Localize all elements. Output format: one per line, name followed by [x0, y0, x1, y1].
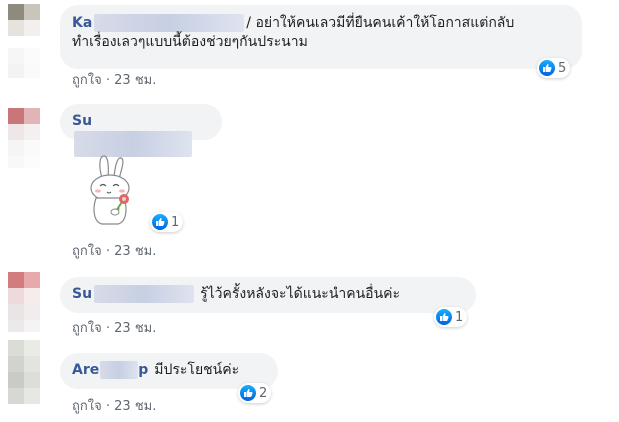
blurred-name — [100, 361, 139, 379]
comment-text: รู้ไว้ครั้งหลังจะได้แนะนำคนอื่นค่ะ — [200, 286, 401, 302]
comment-text: มีประโยชน์ค่ะ — [154, 362, 240, 378]
separator: · — [105, 399, 110, 414]
comment-meta: ถูกใจ · 23 ชม. — [72, 317, 156, 338]
reaction-count[interactable]: 1 — [434, 307, 468, 327]
blurred-name — [94, 285, 195, 303]
avatar-partial — [8, 48, 40, 78]
separator: · — [105, 321, 110, 336]
avatar[interactable] — [8, 272, 40, 304]
timestamp[interactable]: 23 ชม. — [114, 73, 156, 88]
comment-text-line1: / อย่าให้คนเลวมีที่ยืนคนเค้าให้โอกาสแต่ก… — [246, 15, 515, 31]
comment-bubble: Ka / อย่าให้คนเลวมีที่ยืนคนเค้าให้โอกาสแต… — [60, 5, 582, 69]
reaction-count[interactable]: 2 — [238, 383, 272, 403]
thumbs-up-icon — [240, 385, 256, 401]
reaction-count[interactable]: 5 — [537, 58, 571, 78]
comment-meta: ถูกใจ · 23 ชม. — [72, 240, 156, 261]
separator: · — [105, 73, 110, 88]
comment-bubble: Su — [60, 104, 222, 157]
comment-author[interactable]: Su — [72, 113, 92, 129]
separator: · — [105, 244, 110, 259]
like-link[interactable]: ถูกใจ — [72, 399, 102, 414]
avatar[interactable] — [8, 4, 40, 36]
comment-author[interactable]: Ka — [72, 15, 92, 31]
reaction-number: 2 — [259, 385, 268, 401]
comment-text-line2: ทำเรื่องเลวๆแบบนี้ต้องช่วยๆกันประนาม — [72, 34, 308, 50]
timestamp[interactable]: 23 ชม. — [114, 321, 156, 336]
reaction-count[interactable]: 1 — [150, 212, 184, 232]
reaction-number: 1 — [171, 214, 180, 230]
timestamp[interactable]: 23 ชม. — [114, 399, 156, 414]
comment-bubble: Su รู้ไว้ครั้งหลังจะได้แนะนำคนอื่นค่ะ — [60, 277, 476, 313]
timestamp[interactable]: 23 ชม. — [114, 244, 156, 259]
avatar-partial — [8, 140, 40, 168]
comment-author-tail: p — [138, 362, 149, 378]
like-link[interactable]: ถูกใจ — [72, 73, 102, 88]
like-link[interactable]: ถูกใจ — [72, 244, 102, 259]
thumbs-up-icon — [152, 214, 168, 230]
reaction-number: 1 — [455, 309, 464, 325]
comment-meta: ถูกใจ · 23 ชม. — [72, 69, 156, 90]
reaction-number: 5 — [558, 60, 567, 76]
blurred-name — [94, 14, 245, 32]
thumbs-up-icon — [436, 309, 452, 325]
avatar-partial — [8, 372, 40, 404]
avatar-partial — [8, 304, 40, 332]
comment-author[interactable]: Su — [72, 286, 92, 302]
thumbs-up-icon — [539, 60, 555, 76]
comment-author[interactable]: Are — [72, 362, 99, 378]
avatar[interactable] — [8, 340, 40, 372]
avatar[interactable] — [8, 108, 40, 140]
comment-meta: ถูกใจ · 23 ชม. — [72, 395, 156, 416]
bunny-flower-sticker[interactable] — [84, 152, 144, 232]
like-link[interactable]: ถูกใจ — [72, 321, 102, 336]
